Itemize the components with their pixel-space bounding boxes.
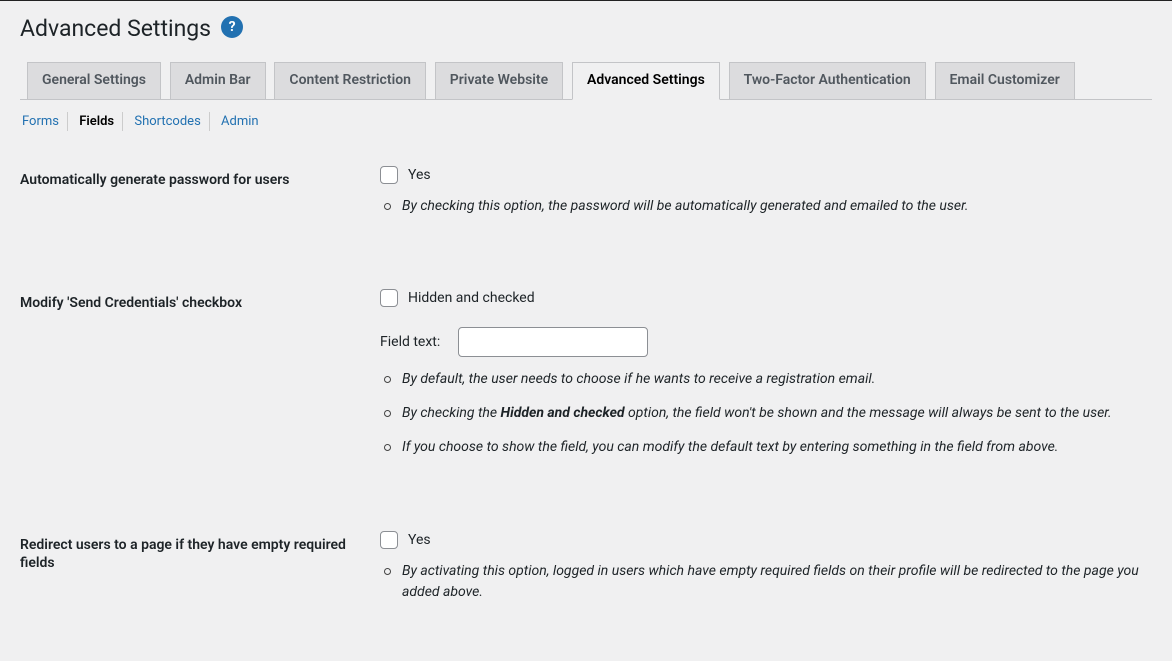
subtab-fields[interactable]: Fields: [71, 112, 123, 131]
subtab-forms[interactable]: Forms: [20, 112, 68, 131]
send-credentials-description: By default, the user needs to choose if …: [380, 369, 1142, 458]
setting-auto-password-label: Automatically generate password for user…: [20, 151, 380, 275]
redirect-empty-description: By activating this option, logged in use…: [380, 561, 1142, 604]
send-credentials-desc-2: By checking the Hidden and checked optio…: [380, 403, 1142, 425]
tab-private-website[interactable]: Private Website: [435, 62, 563, 100]
send-credentials-checkbox-row: Hidden and checked: [380, 289, 1142, 307]
tab-two-factor[interactable]: Two-Factor Authentication: [729, 62, 926, 100]
redirect-empty-checkbox-row: Yes: [380, 531, 1142, 549]
field-text-row: Field text:: [380, 327, 1142, 357]
field-text-label: Field text:: [380, 334, 440, 350]
auto-password-checkbox-row: Yes: [380, 166, 1142, 184]
send-credentials-desc-1: By default, the user needs to choose if …: [380, 369, 1142, 391]
main-tabs: General Settings Admin Bar Content Restr…: [20, 58, 1152, 100]
redirect-empty-desc-1: By activating this option, logged in use…: [380, 561, 1142, 604]
setting-redirect-empty-label: Redirect users to a page if they have em…: [20, 516, 380, 661]
sub-tabs: Forms Fields Shortcodes Admin: [20, 112, 1152, 131]
redirect-empty-checkbox[interactable]: [380, 531, 398, 549]
tab-admin-bar[interactable]: Admin Bar: [170, 62, 266, 100]
send-credentials-desc-3: If you choose to show the field, you can…: [380, 437, 1142, 459]
settings-form: Automatically generate password for user…: [20, 151, 1152, 661]
setting-send-credentials-label: Modify 'Send Credentials' checkbox: [20, 274, 380, 515]
setting-redirect-empty-row: Redirect users to a page if they have em…: [20, 516, 1152, 661]
send-credentials-checkbox-label: Hidden and checked: [408, 290, 535, 306]
auto-password-checkbox-label: Yes: [408, 167, 431, 183]
setting-auto-password-row: Automatically generate password for user…: [20, 151, 1152, 275]
subtab-shortcodes[interactable]: Shortcodes: [126, 112, 209, 131]
send-credentials-checkbox[interactable]: [380, 289, 398, 307]
auto-password-desc-1: By checking this option, the password wi…: [380, 196, 1142, 218]
tab-email-customizer[interactable]: Email Customizer: [935, 62, 1075, 100]
page-title: Advanced Settings: [20, 9, 211, 44]
page-heading: Advanced Settings ?: [20, 9, 1152, 44]
field-text-input[interactable]: [458, 327, 648, 357]
tab-advanced-settings[interactable]: Advanced Settings: [572, 62, 720, 100]
auto-password-description: By checking this option, the password wi…: [380, 196, 1142, 218]
tab-content-restriction[interactable]: Content Restriction: [274, 62, 426, 100]
redirect-empty-checkbox-label: Yes: [408, 532, 431, 548]
tab-general-settings[interactable]: General Settings: [27, 62, 161, 100]
subtab-admin[interactable]: Admin: [213, 112, 267, 131]
help-icon[interactable]: ?: [221, 16, 243, 38]
auto-password-checkbox[interactable]: [380, 166, 398, 184]
setting-send-credentials-row: Modify 'Send Credentials' checkbox Hidde…: [20, 274, 1152, 515]
